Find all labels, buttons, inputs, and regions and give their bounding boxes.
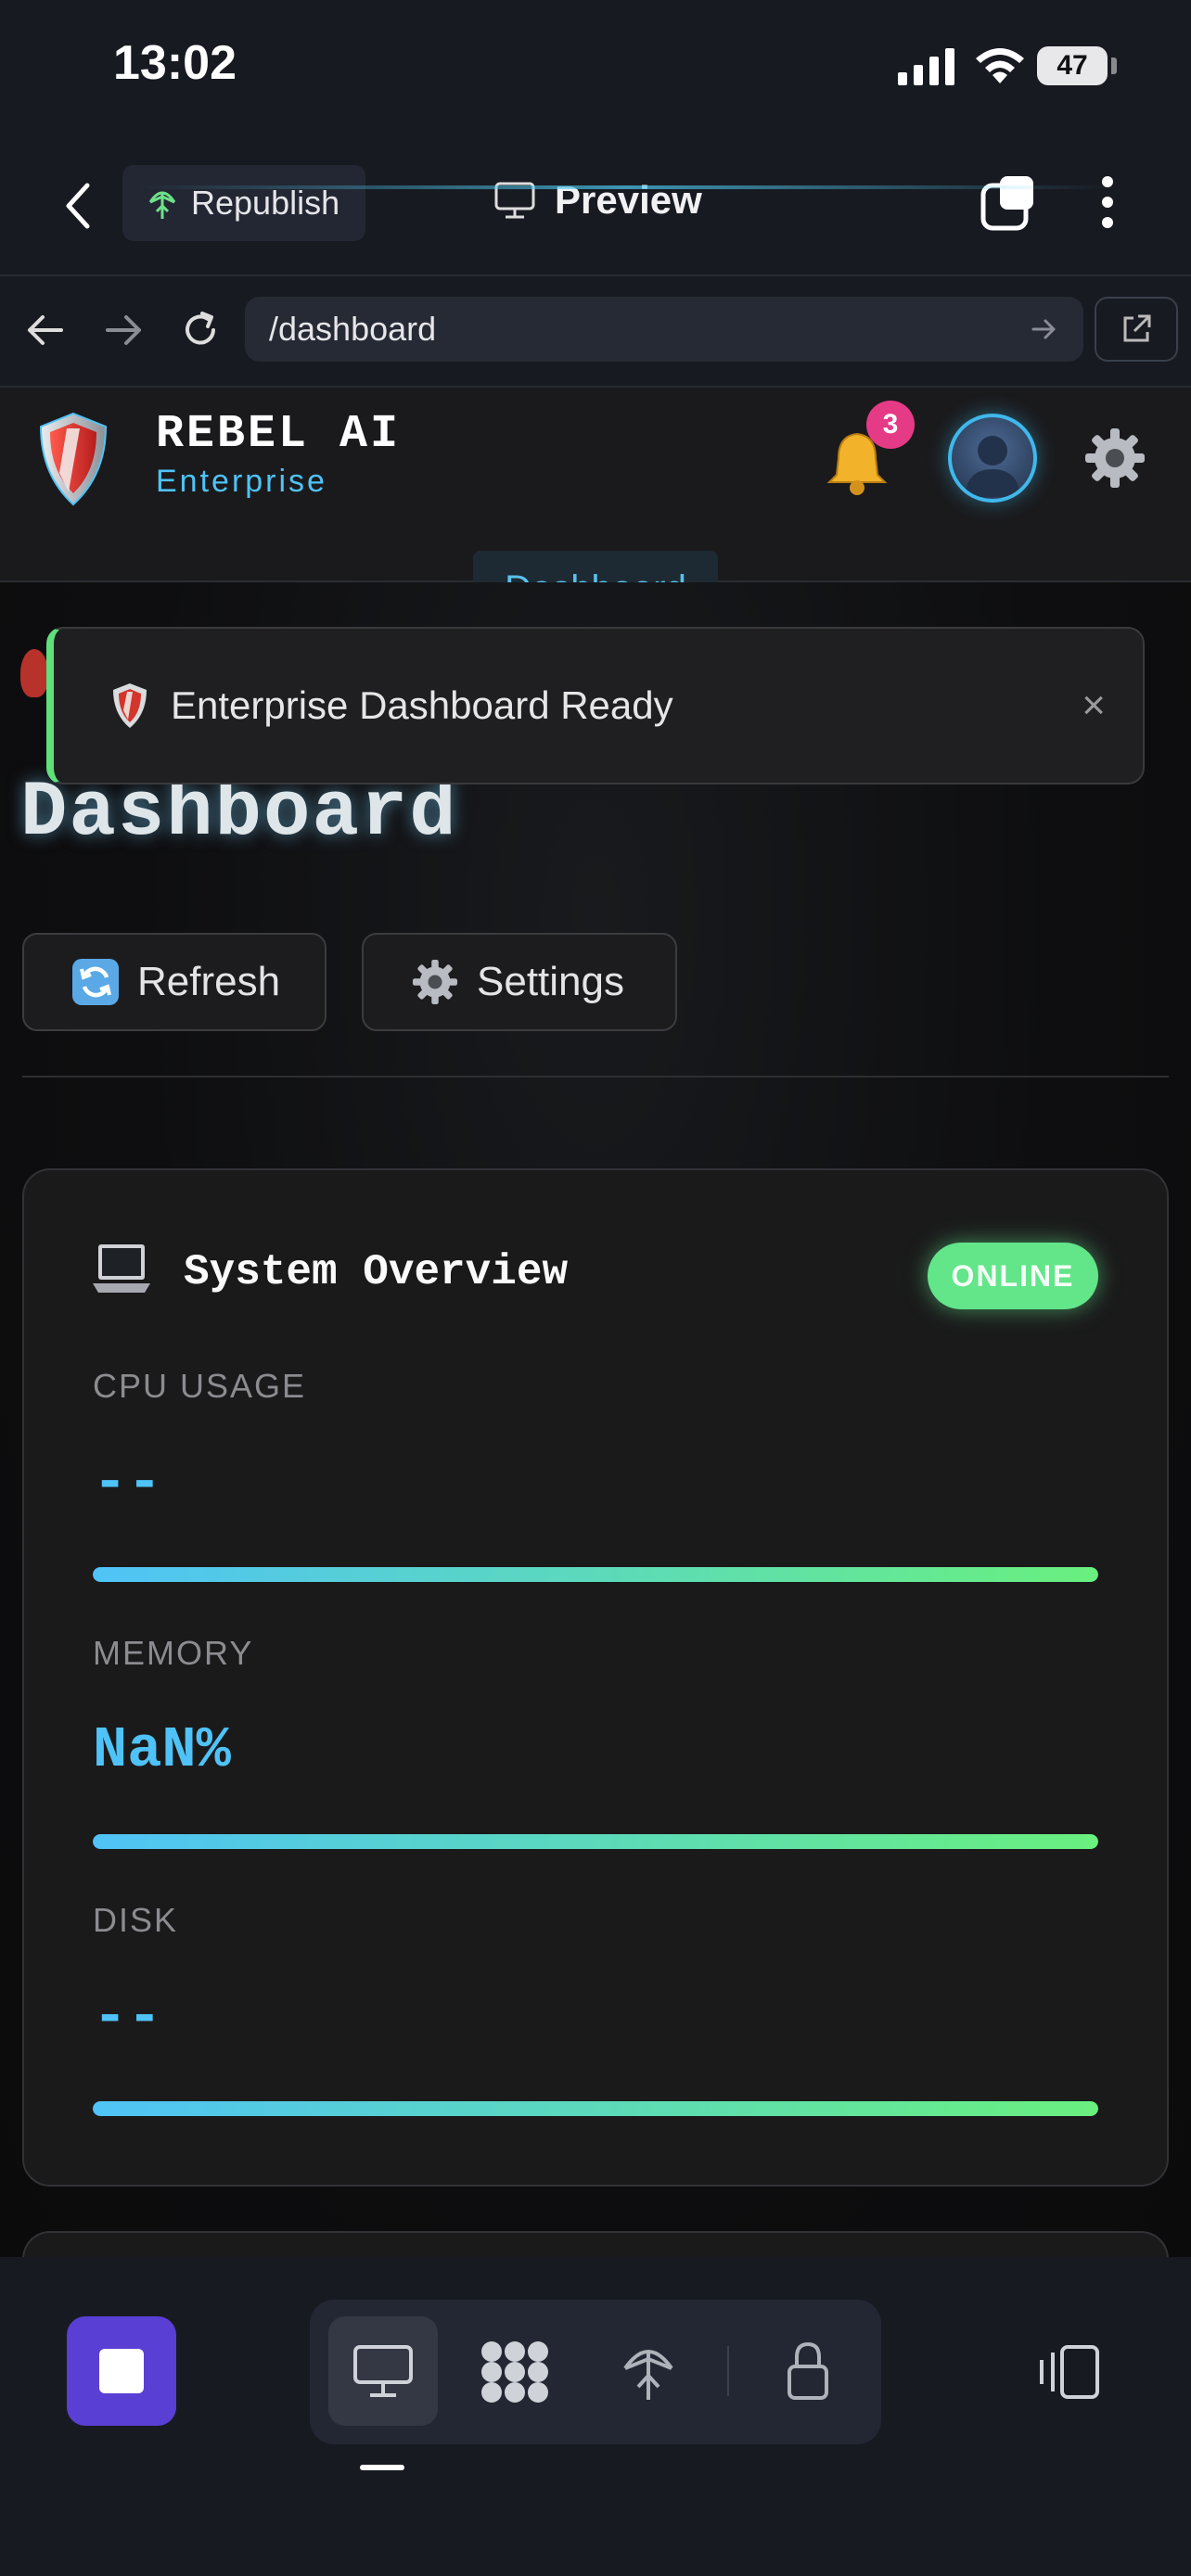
battery-cap	[1111, 57, 1117, 74]
browser-bar: /dashboard	[0, 276, 1191, 388]
settings-label: Settings	[477, 959, 624, 1004]
toast-notification: Enterprise Dashboard Ready ×	[46, 627, 1145, 784]
deploy-icon	[148, 191, 176, 219]
wifi-icon	[976, 48, 1024, 83]
status-badge: ONLINE	[928, 1243, 1098, 1309]
refresh-icon	[72, 959, 119, 1005]
stop-icon	[99, 2349, 144, 2393]
metric-bar-fill	[93, 1567, 1098, 1582]
url-text[interactable]: /dashboard	[269, 310, 1030, 349]
brand-name: REBEL AI	[156, 408, 402, 461]
external-link-icon	[1123, 314, 1151, 342]
battery-level: 47	[1057, 50, 1088, 81]
metric-bar-memory	[93, 1834, 1098, 1849]
settings-button[interactable]: Settings	[362, 933, 677, 1031]
republish-label: Republish	[191, 184, 340, 222]
sidebar-panel-icon	[1040, 2345, 1099, 2399]
nav-forward-icon[interactable]	[102, 312, 147, 349]
metric-bar-fill	[93, 2101, 1098, 2116]
shield-logo-icon	[39, 412, 108, 506]
system-overview-card	[22, 1168, 1169, 2187]
brand-subtitle: Enterprise	[156, 464, 327, 499]
monitor-icon	[353, 2345, 413, 2397]
active-tab-indicator	[360, 2465, 404, 2470]
refresh-button[interactable]: Refresh	[22, 933, 327, 1031]
metric-value-disk: --	[93, 1984, 162, 2050]
toast-message: Enterprise Dashboard Ready	[171, 683, 673, 727]
metric-value-memory: NaN%	[93, 1717, 231, 1783]
tabs-icon[interactable]	[980, 172, 1039, 232]
tab-apps[interactable]	[460, 2316, 570, 2426]
republish-button[interactable]: Republish	[122, 165, 366, 241]
gear-icon	[413, 960, 457, 1004]
card-title: System Overview	[184, 1248, 569, 1296]
metric-label-memory: MEMORY	[93, 1634, 254, 1672]
avatar[interactable]	[948, 414, 1037, 503]
nav-back-icon[interactable]	[22, 312, 67, 349]
app-toolbar: Republish Preview	[0, 139, 1191, 276]
deploy-icon	[623, 2350, 673, 2400]
laptop-icon	[93, 1244, 150, 1293]
lock-icon	[788, 2341, 828, 2400]
user-silhouette-icon	[965, 436, 1020, 497]
metric-bar-fill	[93, 1834, 1098, 1849]
section-divider	[22, 1076, 1169, 1078]
stop-button[interactable]	[67, 2316, 176, 2426]
partial-shield-icon	[20, 649, 48, 697]
battery-icon: 47	[1037, 46, 1108, 85]
gear-icon[interactable]	[1082, 425, 1148, 491]
signal-icon	[898, 48, 954, 85]
refresh-label: Refresh	[137, 959, 281, 1004]
tab-deploy[interactable]	[594, 2316, 703, 2426]
go-arrow-icon[interactable]	[1030, 316, 1059, 342]
metric-bar-disk	[93, 2101, 1098, 2116]
metric-value-cpu: --	[93, 1450, 162, 1516]
notification-badge: 3	[866, 401, 915, 449]
tab-separator	[727, 2346, 729, 2396]
open-external-button[interactable]	[1095, 297, 1178, 362]
metric-bar-cpu	[93, 1567, 1098, 1582]
metric-label-disk: DISK	[93, 1901, 179, 1939]
more-vertical-icon[interactable]	[1093, 172, 1122, 232]
panel-toggle-button[interactable]	[1031, 2335, 1106, 2409]
toast-close-button[interactable]: ×	[1082, 682, 1106, 729]
tab-desktop-preview[interactable]	[328, 2316, 438, 2426]
metric-label-cpu: CPU USAGE	[93, 1367, 307, 1405]
status-bar: 13:02 47	[0, 0, 1191, 139]
url-bar[interactable]: /dashboard	[245, 297, 1083, 362]
back-chevron-icon[interactable]	[59, 180, 96, 232]
grid-blob-icon	[481, 2341, 548, 2403]
header-glow-line	[139, 185, 1113, 189]
shield-icon	[113, 683, 147, 728]
tab-secrets[interactable]	[753, 2316, 863, 2426]
reload-icon[interactable]	[178, 308, 223, 352]
status-time: 13:02	[113, 36, 237, 90]
